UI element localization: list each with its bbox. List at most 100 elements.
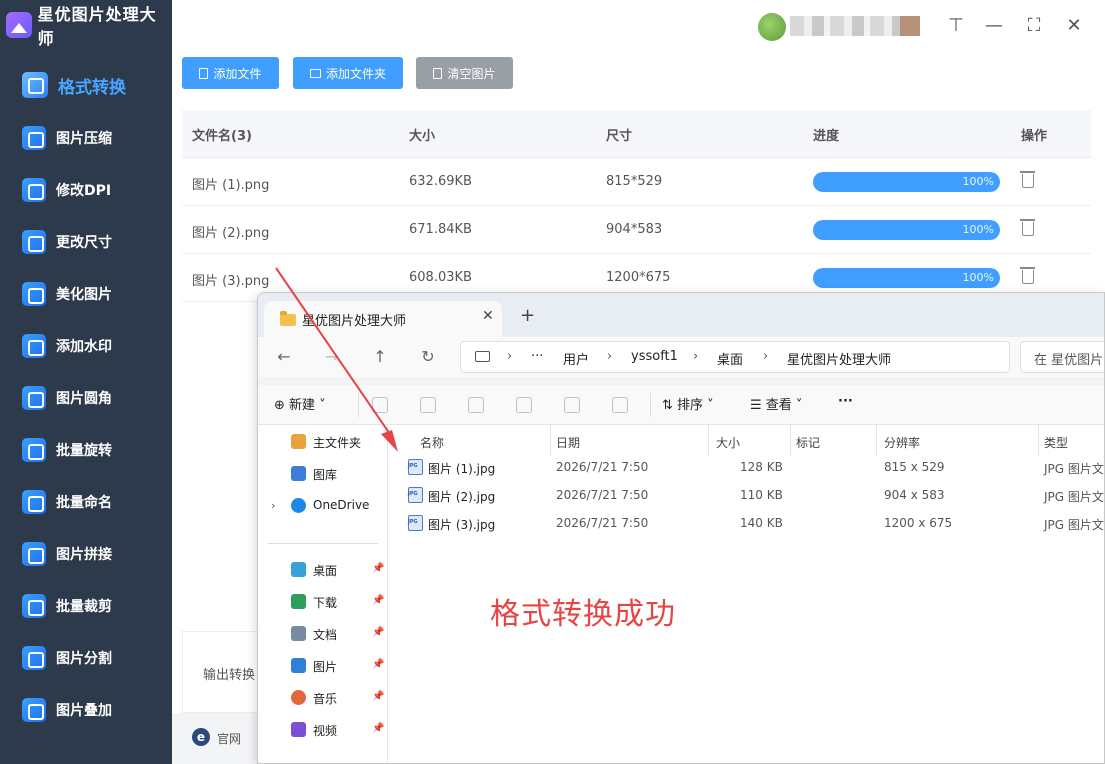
nav-item-stitch[interactable]: 图片拼接 (0, 528, 172, 580)
file-row[interactable]: 图片 (1).jpg 2026/7/21 7:50 128 KB 815 x 5… (388, 453, 1104, 481)
col-size[interactable]: 大小 (716, 434, 740, 451)
nav-item-rotate[interactable]: 批量旋转 (0, 424, 172, 476)
cut-icon[interactable] (372, 397, 388, 413)
sidebar-item-gallery[interactable]: 图库 (258, 462, 388, 486)
file-size: 128 KB (740, 460, 783, 474)
nav-item-format-convert[interactable]: 格式转换 (0, 58, 172, 112)
nav-item-resize[interactable]: 更改尺寸 (0, 216, 172, 268)
address-separator: › (607, 349, 613, 364)
nav-item-round-corner[interactable]: 图片圆角 (0, 372, 172, 424)
share-icon[interactable] (564, 397, 580, 413)
breadcrumb-desktop[interactable]: 桌面 (717, 349, 743, 368)
minimize-button[interactable]: — (982, 14, 1006, 38)
col-size: 大小 (409, 129, 436, 144)
format-convert-icon (22, 72, 48, 98)
expand-chevron-icon[interactable]: › (271, 499, 275, 512)
maximize-button[interactable]: ⛶ (1022, 14, 1046, 38)
home-icon (291, 434, 306, 449)
new-tab-button[interactable]: + (520, 305, 535, 326)
copy-icon[interactable] (420, 397, 436, 413)
close-button[interactable]: ✕ (1062, 14, 1086, 38)
refresh-icon[interactable]: ↻ (416, 345, 440, 369)
pin-icon[interactable]: 📌 (372, 563, 384, 574)
nav-item-overlay[interactable]: 图片叠加 (0, 684, 172, 736)
sidebar-item-music[interactable]: 音乐 📌 (258, 686, 388, 710)
delete-icon[interactable] (1020, 219, 1035, 236)
more-options-icon[interactable]: ··· (838, 394, 853, 409)
delete-icon[interactable] (1020, 267, 1035, 284)
music-icon (291, 690, 306, 705)
delete-icon[interactable] (1020, 171, 1035, 188)
title-bar: ⊤ — ⛶ ✕ (172, 0, 1105, 50)
sidebar-item-pictures[interactable]: 图片 📌 (258, 654, 388, 678)
file-name: 图片 (2).jpg (428, 490, 496, 504)
sidebar-item-onedrive[interactable]: › OneDrive (258, 494, 388, 518)
nav-item-dpi[interactable]: 修改DPI (0, 164, 172, 216)
address-more[interactable]: ··· (531, 349, 543, 364)
sidebar-item-home[interactable]: 主文件夹 (258, 430, 388, 454)
nav-item-beautify[interactable]: 美化图片 (0, 268, 172, 320)
pin-icon[interactable]: 📌 (372, 723, 384, 734)
delete-icon[interactable] (612, 397, 628, 413)
file-dims: 1200*675 (606, 270, 671, 285)
col-resolution[interactable]: 分辨率 (884, 434, 920, 451)
monitor-icon (475, 351, 490, 362)
col-type[interactable]: 类型 (1044, 434, 1068, 451)
sidebar-item-videos[interactable]: 视频 📌 (258, 718, 388, 742)
pin-icon[interactable]: 📌 (372, 659, 384, 670)
website-link[interactable]: 官网 (217, 730, 241, 747)
table-row[interactable]: 图片 (1).png 632.69KB 815*529 100% (182, 158, 1091, 206)
rename-icon[interactable] (516, 397, 532, 413)
pin-icon[interactable]: ⊤ (944, 14, 968, 38)
address-bar[interactable]: › ··· 用户 › yssoft1 › 桌面 › 星优图片处理大师 (460, 341, 1010, 373)
file-row[interactable]: 图片 (2).jpg 2026/7/21 7:50 110 KB 904 x 5… (388, 481, 1104, 509)
nav-label: 图片压缩 (56, 131, 112, 147)
table-row[interactable]: 图片 (2).png 671.84KB 904*583 100% (182, 206, 1091, 254)
table-header: 文件名(3) 大小 尺寸 进度 操作 (182, 110, 1091, 158)
address-separator: › (763, 349, 769, 364)
nav-item-rename[interactable]: 批量命名 (0, 476, 172, 528)
avatar[interactable] (758, 13, 786, 41)
sidebar-item-downloads[interactable]: 下载 📌 (258, 590, 388, 614)
website-icon[interactable]: e (192, 728, 210, 746)
pin-icon[interactable]: 📌 (372, 627, 384, 638)
col-tag[interactable]: 标记 (796, 434, 820, 451)
new-button[interactable]: ⊕ 新建 ˅ (274, 394, 326, 413)
breadcrumb-users[interactable]: 用户 (563, 349, 589, 368)
sidebar-item-documents[interactable]: 文档 📌 (258, 622, 388, 646)
paste-icon[interactable] (468, 397, 484, 413)
nav-label: 图片拼接 (56, 547, 112, 563)
sort-button[interactable]: ⇅ 排序 ˅ (662, 394, 714, 413)
back-icon[interactable]: ← (272, 345, 296, 369)
nav-label: 美化图片 (56, 287, 112, 303)
file-row[interactable]: 图片 (3).jpg 2026/7/21 7:50 140 KB 1200 x … (388, 509, 1104, 537)
add-file-button[interactable]: 添加文件 (182, 57, 279, 89)
divider (650, 393, 651, 417)
nav-item-crop[interactable]: 批量裁剪 (0, 580, 172, 632)
breadcrumb-folder[interactable]: 星优图片处理大师 (787, 349, 891, 368)
view-button[interactable]: ☰ 查看 ˅ (750, 394, 802, 413)
breadcrumb-user[interactable]: yssoft1 (631, 349, 678, 364)
file-resolution: 815 x 529 (884, 460, 945, 474)
nav-item-watermark[interactable]: 添加水印 (0, 320, 172, 372)
pin-icon[interactable]: 📌 (372, 595, 384, 606)
nav-item-compress[interactable]: 图片压缩 (0, 112, 172, 164)
explorer-body: 主文件夹 图库 › OneDrive 桌面 📌 下载 📌 文档 📌 图片 📌 音乐 📌 视频… (258, 425, 1104, 763)
nav-item-split[interactable]: 图片分割 (0, 632, 172, 684)
nav-pane: 主文件夹 图库 › OneDrive 桌面 📌 下载 📌 文档 📌 图片 📌 音乐 📌 视频… (258, 425, 388, 763)
close-tab-icon[interactable]: ✕ (482, 308, 494, 324)
sidebar-label: OneDrive (313, 498, 370, 512)
crop-icon (22, 594, 46, 618)
pin-icon[interactable]: 📌 (372, 691, 384, 702)
file-dims: 815*529 (606, 174, 663, 189)
search-box[interactable]: 在 星优图片 (1020, 341, 1104, 373)
clear-images-button[interactable]: 清空图片 (416, 57, 513, 89)
split-icon (22, 646, 46, 670)
col-date[interactable]: 日期 (556, 434, 580, 451)
col-name[interactable]: 名称 (420, 434, 444, 451)
explorer-tab[interactable]: 星优图片处理大师 ✕ (264, 301, 502, 337)
up-icon[interactable]: ↑ (368, 345, 392, 369)
add-folder-button[interactable]: 添加文件夹 (293, 57, 403, 89)
sidebar-item-desktop[interactable]: 桌面 📌 (258, 558, 388, 582)
forward-icon[interactable]: → (320, 345, 344, 369)
